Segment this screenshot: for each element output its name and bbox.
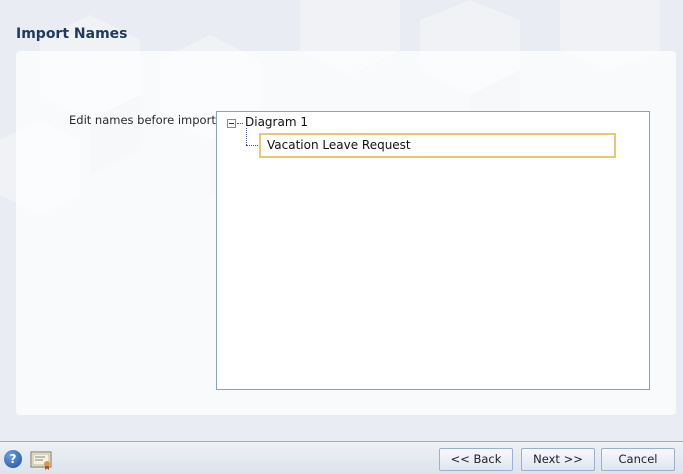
- cancel-button[interactable]: Cancel: [601, 448, 675, 471]
- edit-names-label: Edit names before import:: [69, 113, 220, 127]
- back-button[interactable]: << Back: [439, 448, 513, 471]
- help-icon[interactable]: ?: [4, 450, 22, 468]
- dialog-title: Import Names: [16, 26, 128, 42]
- collapse-toggle-icon[interactable]: [227, 119, 236, 128]
- next-button[interactable]: Next >>: [521, 448, 595, 471]
- tree-connector: [246, 128, 247, 145]
- tree-node-diagram[interactable]: Diagram 1: [245, 115, 308, 129]
- tree-connector: [237, 123, 243, 124]
- names-tree[interactable]: Diagram 1 Vacation Leave Request: [216, 111, 650, 390]
- footer-bar: ? << Back Next >> Cancel: [0, 441, 683, 474]
- tree-node-edit-field[interactable]: Vacation Leave Request: [259, 133, 616, 158]
- certificate-icon[interactable]: [30, 450, 54, 470]
- tree-connector: [246, 145, 258, 146]
